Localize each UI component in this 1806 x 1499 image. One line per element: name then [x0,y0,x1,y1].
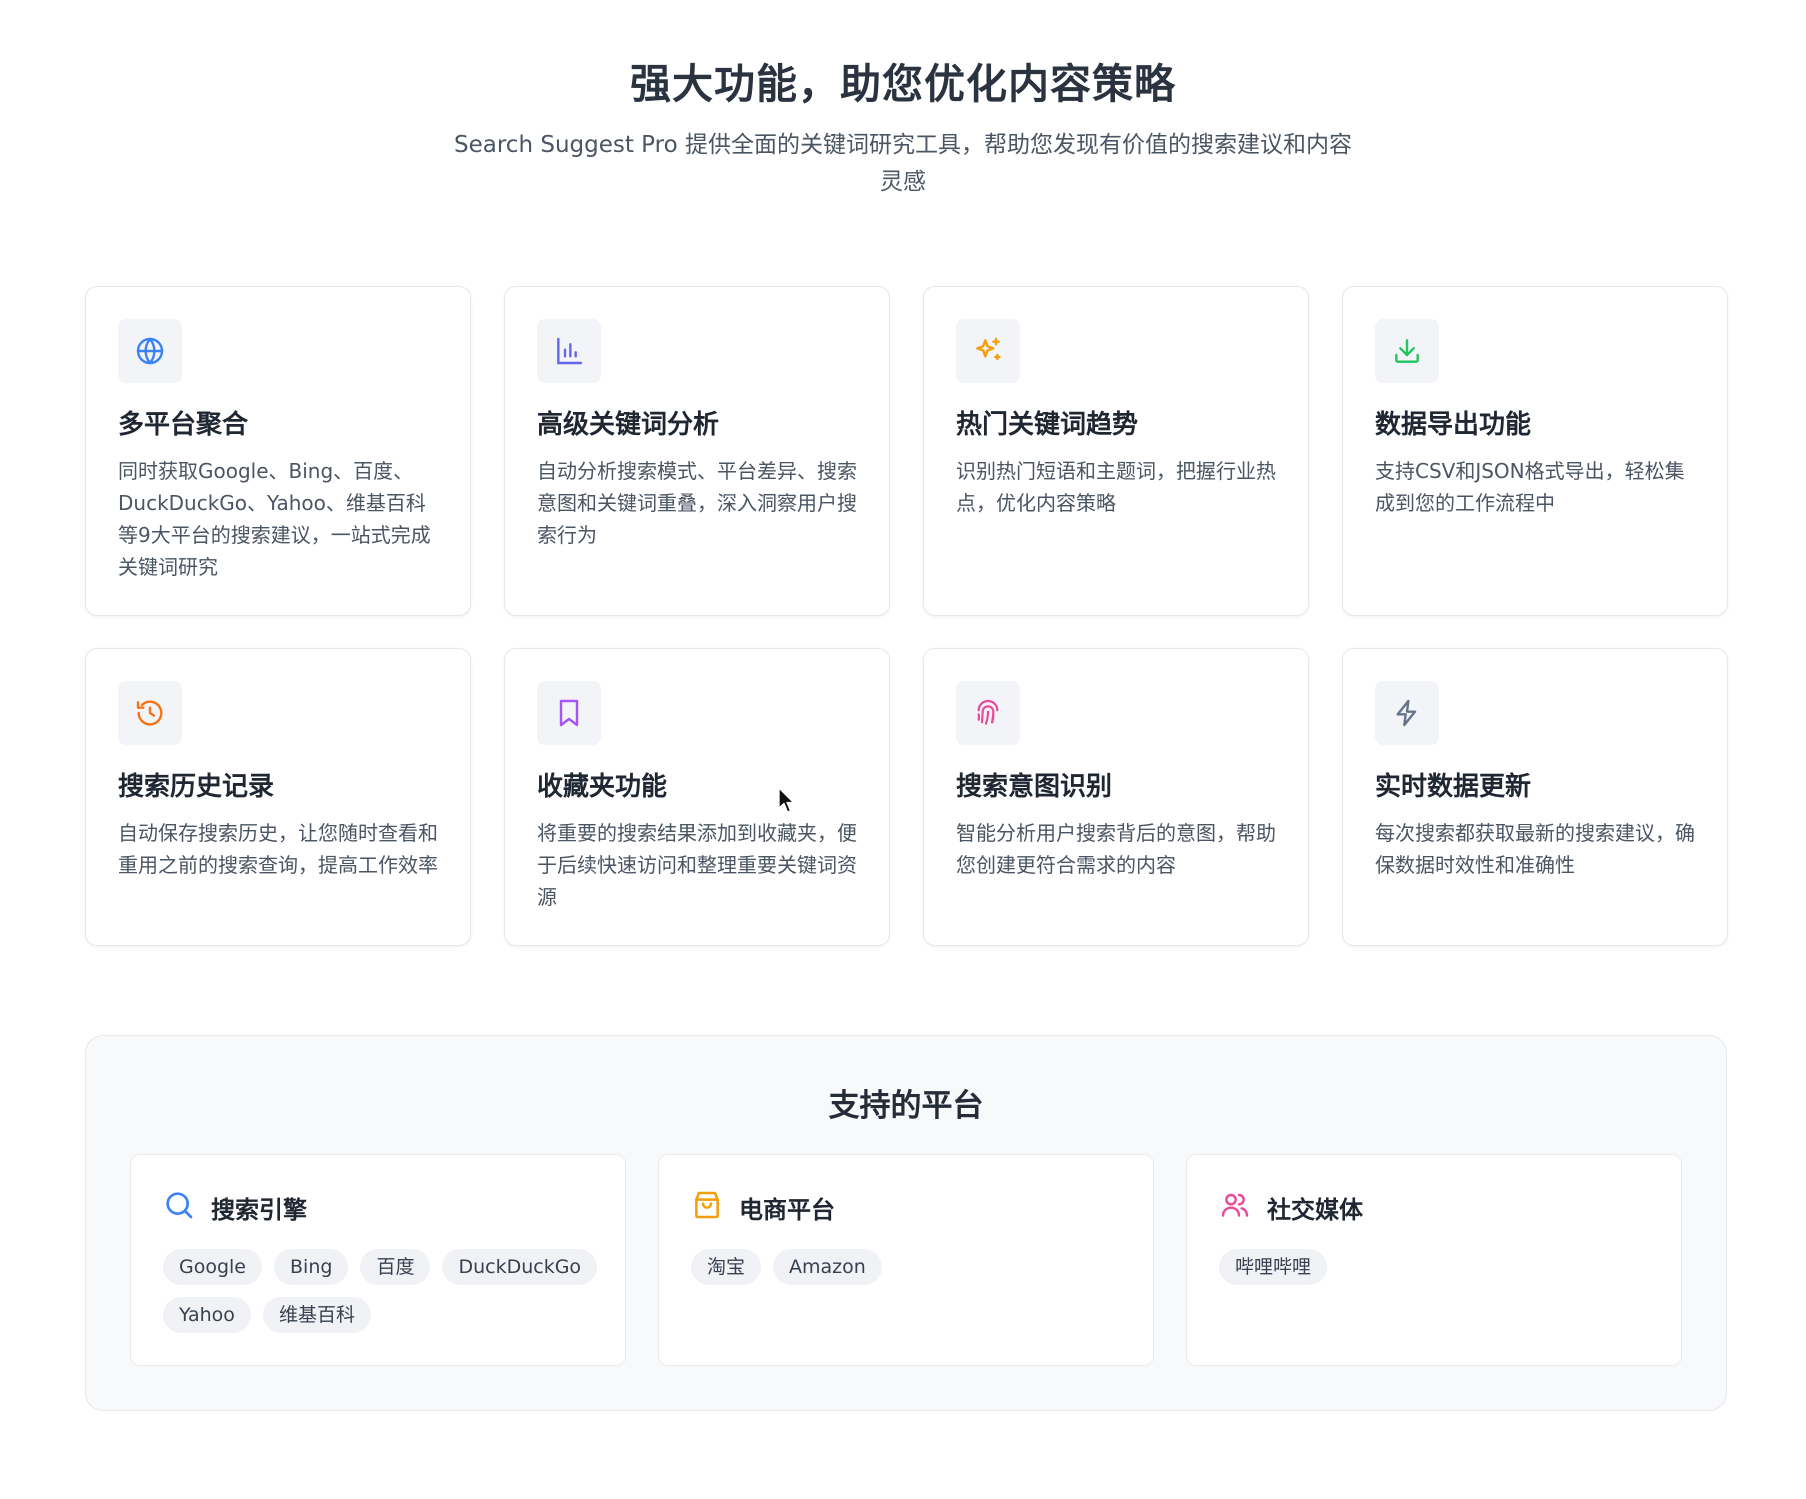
platform-tag: Google [163,1249,263,1285]
feature-card-keyword-analysis: 高级关键词分析 自动分析搜索模式、平台差异、搜索意图和关键词重叠，深入洞察用户搜… [504,286,890,616]
feature-card-multi-platform: 多平台聚合 同时获取Google、Bing、百度、DuckDuckGo、Yaho… [85,286,471,616]
mouse-cursor-icon [778,787,795,813]
platform-tag: DuckDuckGo [442,1249,598,1285]
users-icon [1219,1189,1251,1225]
platform-group-ecommerce: 电商平台 淘宝 Amazon [658,1154,1154,1366]
platform-group-title: 社交媒体 [1267,1195,1363,1224]
feature-description: 支持CSV和JSON格式导出，轻松集成到您的工作流程中 [1375,459,1685,515]
feature-title: 搜索意图识别 [956,772,1113,802]
sparkles-icon [956,319,1020,383]
feature-title: 高级关键词分析 [537,410,720,440]
platform-tag: 哔哩哔哩 [1219,1249,1328,1285]
feature-description: 自动保存搜索历史，让您随时查看和重用之前的搜索查询，提高工作效率 [118,821,438,877]
page-subtitle: Search Suggest Pro 提供全面的关键词研究工具，帮助您发现有价值… [454,132,1352,195]
bar-chart-icon [537,319,601,383]
page-title: 强大功能，助您优化内容策略 [630,60,1176,108]
feature-description: 每次搜索都获取最新的搜索建议，确保数据时效性和准确性 [1375,821,1695,877]
platform-group-search-engines: 搜索引擎 Google Bing 百度 DuckDuckGo Yahoo 维基百… [130,1154,626,1366]
feature-title: 收藏夹功能 [537,772,668,802]
platform-tag: 淘宝 [691,1249,762,1285]
platform-tag: Yahoo [163,1297,251,1333]
search-icon [163,1189,195,1225]
feature-description: 识别热门短语和主题词，把握行业热点，优化内容策略 [956,459,1276,515]
feature-card-data-export: 数据导出功能 支持CSV和JSON格式导出，轻松集成到您的工作流程中 [1342,286,1728,616]
page: 强大功能，助您优化内容策略 Search Suggest Pro 提供全面的关键… [0,0,1806,1499]
platform-tag: Amazon [773,1249,882,1285]
feature-title: 搜索历史记录 [118,772,275,802]
feature-card-search-history: 搜索历史记录 自动保存搜索历史，让您随时查看和重用之前的搜索查询，提高工作效率 [85,648,471,946]
section-title: 支持的平台 [828,1088,984,1124]
feature-description: 自动分析搜索模式、平台差异、搜索意图和关键词重叠，深入洞察用户搜索行为 [537,459,857,547]
bookmark-icon [537,681,601,745]
feature-description: 将重要的搜索结果添加到收藏夹，便于后续快速访问和整理重要关键词资源 [537,821,857,909]
platform-group-title: 搜索引擎 [211,1195,307,1224]
feature-description: 同时获取Google、Bing、百度、DuckDuckGo、Yahoo、维基百科… [118,459,431,579]
feature-card-trending-keywords: 热门关键词趋势 识别热门短语和主题词，把握行业热点，优化内容策略 [923,286,1309,616]
platform-tag: 维基百科 [262,1297,371,1333]
platform-group-title: 电商平台 [739,1195,835,1224]
history-icon [118,681,182,745]
feature-title: 实时数据更新 [1375,772,1532,802]
feature-title: 数据导出功能 [1375,410,1532,440]
globe-icon [118,319,182,383]
feature-title: 多平台聚合 [118,410,249,440]
platform-group-social-media: 社交媒体 哔哩哔哩 [1186,1154,1682,1366]
feature-description: 智能分析用户搜索背后的意图，帮助您创建更符合需求的内容 [956,821,1276,877]
platform-tag: Bing [274,1249,349,1285]
shopping-bag-icon [691,1189,723,1225]
feature-card-search-intent: 搜索意图识别 智能分析用户搜索背后的意图，帮助您创建更符合需求的内容 [923,648,1309,946]
feature-title: 热门关键词趋势 [956,410,1139,440]
supported-platforms-section: 支持的平台 搜索引擎 Google Bing 百度 DuckDuckGo Yah… [85,1035,1727,1411]
feature-card-realtime-updates: 实时数据更新 每次搜索都获取最新的搜索建议，确保数据时效性和准确性 [1342,648,1728,946]
download-icon [1375,319,1439,383]
lightning-icon [1375,681,1439,745]
fingerprint-icon [956,681,1020,745]
feature-card-favorites: 收藏夹功能 将重要的搜索结果添加到收藏夹，便于后续快速访问和整理重要关键词资源 [504,648,890,946]
feature-grid: 多平台聚合 同时获取Google、Bing、百度、DuckDuckGo、Yaho… [85,286,1728,946]
platform-tag: 百度 [360,1249,431,1285]
